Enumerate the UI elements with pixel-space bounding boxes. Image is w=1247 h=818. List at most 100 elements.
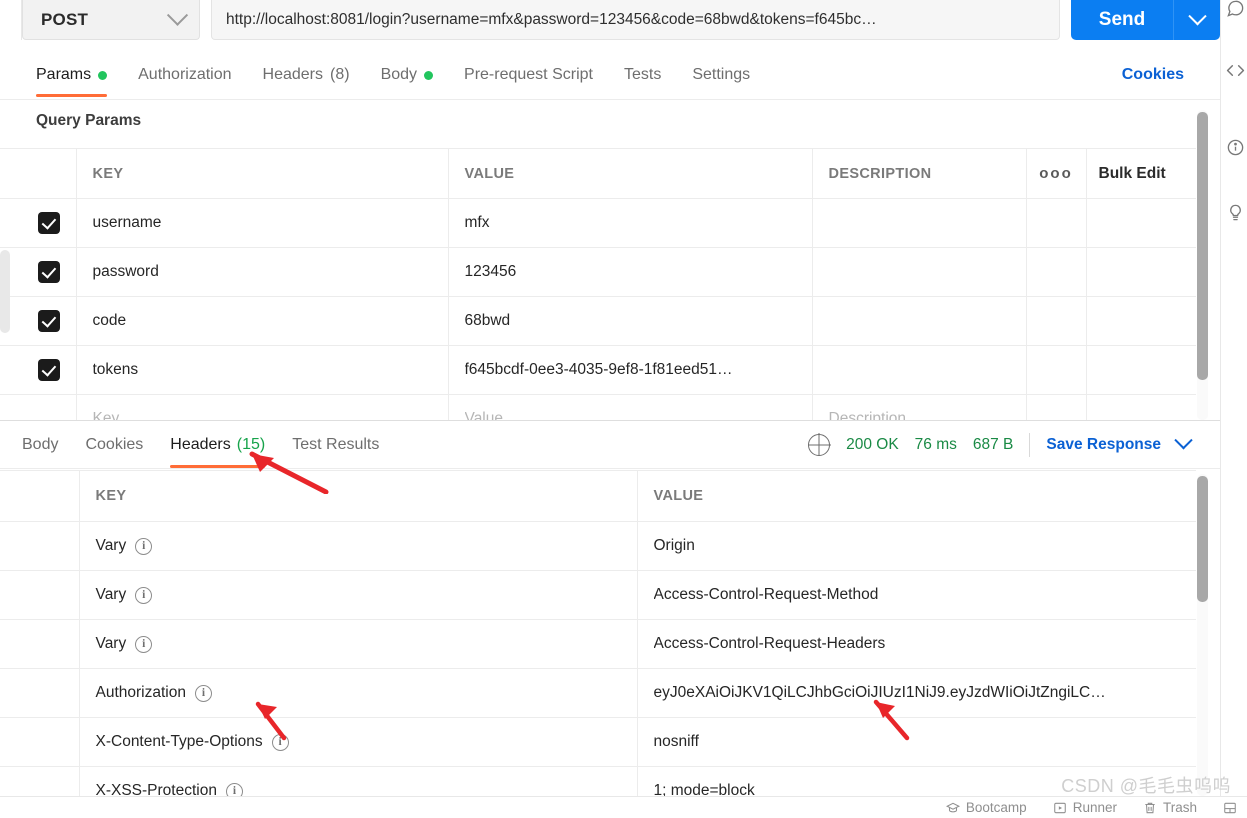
header-key-text: Authorization (95, 684, 186, 701)
param-description-cell[interactable] (812, 345, 1027, 395)
bulk-edit-button[interactable]: Bulk Edit (1086, 148, 1196, 199)
row-checkbox[interactable] (0, 296, 77, 346)
param-value-cell[interactable]: 123456 (448, 247, 813, 297)
param-value-text: f645bcdf-0ee3-4035-9ef8-1f81eed51… (464, 361, 733, 378)
header-value-cell: Access-Control-Request-Headers (637, 619, 1196, 669)
header-value-cell: Access-Control-Request-Method (637, 570, 1196, 620)
lightbulb-icon[interactable] (1223, 200, 1247, 224)
header-key-cell: Vary i (79, 521, 638, 571)
response-tab-headers-label: Headers (170, 435, 231, 453)
param-description-cell[interactable] (812, 296, 1027, 346)
param-key-cell[interactable]: code (76, 296, 449, 346)
table-row: X-XSS-Protection i 1; mode=block (0, 766, 1196, 800)
new-param-trailing (1086, 394, 1196, 420)
chevron-down-icon[interactable] (1174, 431, 1193, 450)
left-pane-scrollbar-thumb[interactable] (0, 250, 10, 333)
row-checkbox[interactable] (0, 247, 77, 297)
runner-button[interactable]: Runner (1053, 800, 1117, 815)
new-param-value-cell[interactable]: Value (448, 394, 813, 420)
param-description-cell[interactable] (812, 247, 1027, 297)
info-icon[interactable]: i (135, 586, 153, 604)
info-icon[interactable] (1223, 135, 1247, 159)
gutter-cell (0, 570, 80, 620)
header-value-text: nosniff (653, 733, 699, 750)
response-tab-cookies[interactable]: Cookies (85, 421, 143, 468)
response-tab-body[interactable]: Body (22, 421, 58, 468)
response-tab-headers[interactable]: Headers (15) (170, 421, 265, 468)
header-key-text: X-Content-Type-Options (95, 733, 263, 750)
param-row-actions (1026, 247, 1087, 297)
tab-authorization-label: Authorization (138, 66, 232, 83)
info-icon[interactable]: i (271, 733, 289, 751)
new-param-value-placeholder: Value (464, 410, 504, 420)
tab-settings[interactable]: Settings (692, 52, 750, 98)
bootcamp-label: Bootcamp (965, 800, 1027, 815)
header-key-text: Vary (95, 537, 127, 554)
info-icon[interactable]: i (135, 537, 153, 555)
param-key-cell[interactable]: password (76, 247, 449, 297)
table-row[interactable]: password 123456 (0, 247, 1196, 297)
comment-icon[interactable] (1223, 0, 1247, 20)
send-options-button[interactable] (1173, 0, 1220, 40)
param-value-cell[interactable]: 68bwd (448, 296, 813, 346)
table-row: Vary i Access-Control-Request-Method (0, 570, 1196, 620)
query-params-title: Query Params (36, 112, 142, 129)
response-tab-test-results[interactable]: Test Results (292, 421, 379, 468)
param-description-cell[interactable] (812, 198, 1027, 248)
more-options-icon[interactable]: ooo (1026, 148, 1087, 199)
row-checkbox[interactable] (0, 198, 77, 248)
header-key-cell: X-Content-Type-Options i (79, 717, 638, 767)
header-value-cell: Origin (637, 521, 1196, 571)
tab-authorization[interactable]: Authorization (138, 52, 231, 98)
http-method-selector[interactable]: POST (22, 0, 200, 40)
column-header-description: DESCRIPTION (812, 148, 1027, 199)
ooo-icon: ooo (1039, 165, 1073, 182)
bootcamp-button[interactable]: Bootcamp (945, 800, 1027, 815)
new-row-checkbox[interactable] (0, 394, 77, 420)
param-value-cell[interactable]: f645bcdf-0ee3-4035-9ef8-1f81eed51… (448, 345, 813, 395)
tab-settings-label: Settings (692, 66, 751, 83)
tab-headers[interactable]: Headers (8) (263, 52, 350, 98)
urlbar-left-gutter (0, 0, 22, 40)
header-value-text: eyJ0eXAiOiJKV1QiLCJhbGciOiJIUzI1NiJ9.eyJ… (653, 684, 1106, 701)
info-icon[interactable]: i (135, 635, 153, 653)
send-button[interactable]: Send (1071, 0, 1173, 40)
header-key-cell: Vary i (79, 619, 638, 669)
info-icon[interactable]: i (194, 684, 212, 702)
header-key-cell: Authorization i (79, 668, 638, 718)
response-headers-table: KEY VALUE Vary i Origin Vary i Access-Co… (0, 470, 1196, 800)
params-scrollbar-thumb[interactable] (1197, 112, 1208, 380)
new-param-description-cell[interactable]: Description (812, 394, 1027, 420)
tab-params[interactable]: Params (36, 52, 108, 98)
new-param-key-cell[interactable]: Key (76, 394, 449, 420)
response-tab-bar: Body Cookies Headers (15) Test Results 2… (0, 421, 1220, 469)
param-key-cell[interactable]: tokens (76, 345, 449, 395)
header-key-cell: X-XSS-Protection i (79, 766, 638, 800)
tab-tests[interactable]: Tests (624, 52, 661, 98)
header-value-cell: eyJ0eXAiOiJKV1QiLCJhbGciOiJIUzI1NiJ9.eyJ… (637, 668, 1196, 718)
row-checkbox[interactable] (0, 345, 77, 395)
response-tab-cookies-label: Cookies (85, 435, 144, 453)
layout-toggle-button[interactable] (1223, 801, 1237, 815)
table-row-new[interactable]: Key Value Description (0, 394, 1196, 420)
response-status: 200 OK (846, 435, 899, 453)
table-row: Vary i Access-Control-Request-Headers (0, 619, 1196, 669)
save-response-button[interactable]: Save Response (1046, 436, 1161, 454)
response-scrollbar-thumb[interactable] (1197, 476, 1208, 602)
param-row-trailing (1086, 345, 1196, 395)
request-url-input[interactable]: http://localhost:8081/login?username=mfx… (211, 0, 1060, 40)
tab-pre-request-script[interactable]: Pre-request Script (464, 52, 593, 98)
code-icon[interactable] (1223, 58, 1247, 82)
table-row[interactable]: tokens f645bcdf-0ee3-4035-9ef8-1f81eed51… (0, 345, 1196, 395)
trash-button[interactable]: Trash (1143, 800, 1197, 815)
response-tab-headers-count: (15) (236, 435, 266, 453)
table-row[interactable]: code 68bwd (0, 296, 1196, 346)
tab-body[interactable]: Body (381, 52, 434, 98)
globe-icon[interactable] (808, 433, 831, 456)
checkbox-checked-icon (38, 359, 60, 381)
param-key-cell[interactable]: username (76, 198, 449, 248)
param-row-actions (1026, 345, 1087, 395)
param-value-cell[interactable]: mfx (448, 198, 813, 248)
cookies-link[interactable]: Cookies (1122, 52, 1184, 98)
table-row[interactable]: username mfx (0, 198, 1196, 248)
